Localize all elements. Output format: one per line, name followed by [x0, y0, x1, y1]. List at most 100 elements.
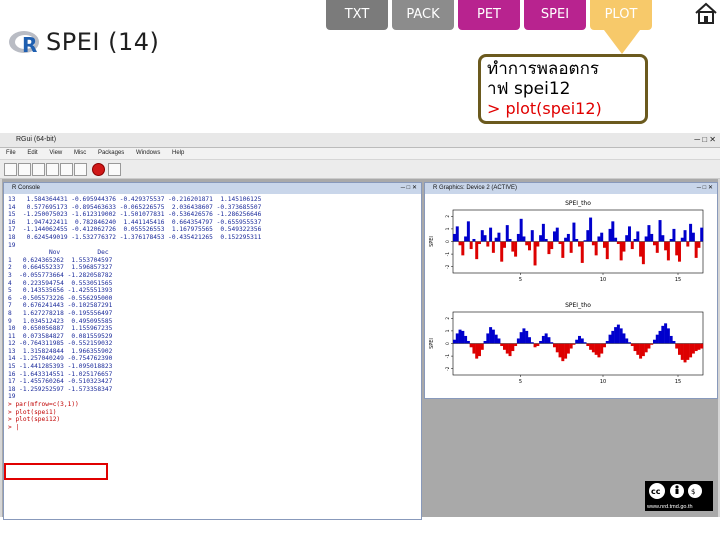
spei-bar — [683, 230, 687, 242]
spei-bar — [689, 223, 693, 242]
open-script-icon[interactable] — [4, 163, 17, 176]
print-icon[interactable] — [108, 163, 121, 176]
window-controls[interactable]: ─ □ ✕ — [694, 133, 716, 147]
load-workspace-icon[interactable] — [18, 163, 31, 176]
console-line: 3 -0.055773664 -1.282058782 — [8, 271, 113, 279]
spei-bar — [633, 343, 637, 352]
spei-bar — [553, 231, 556, 242]
spei-bar — [516, 338, 520, 344]
spei-bar — [636, 231, 640, 242]
spei-bar — [475, 241, 479, 260]
spei-bar — [483, 340, 487, 344]
spei-bar — [478, 343, 481, 357]
spei-bar — [630, 343, 634, 347]
r-logo-icon: R — [9, 31, 39, 57]
console-line: 2 0.664552337 1.596857327 — [8, 264, 113, 272]
copy-icon[interactable] — [46, 163, 59, 176]
spei-bar — [461, 241, 465, 256]
spei-bar — [522, 236, 526, 242]
spei-bar — [664, 241, 668, 251]
y-axis-label: SPEI — [429, 338, 435, 349]
y-tick-label: 1 — [445, 227, 451, 230]
spei-bar — [455, 226, 459, 242]
spei-bar — [658, 220, 662, 242]
save-workspace-icon[interactable] — [32, 163, 45, 176]
spei-bar — [458, 241, 462, 246]
menu-windows[interactable]: Windows — [136, 150, 160, 156]
license-url: www.nrd.tmd.go.th — [647, 504, 693, 510]
spei-bar — [650, 233, 654, 242]
stop-icon[interactable] — [92, 163, 105, 176]
x-tick-label: 5 — [519, 379, 522, 385]
spei-bar — [575, 238, 579, 242]
console-line: 16 1.947422411 0.782846240 1.441145416 0… — [8, 218, 262, 226]
spei-bar — [514, 343, 518, 347]
spei-bar — [614, 327, 618, 344]
graphics-window-controls[interactable]: ─ □ ✕ — [697, 183, 713, 194]
spei-bar — [511, 343, 515, 352]
home-icon[interactable] — [694, 2, 718, 24]
spei-bar — [586, 343, 590, 347]
spei-bar — [489, 227, 493, 242]
spei-bar — [519, 218, 523, 242]
spei-bar — [622, 333, 626, 344]
spei-bar — [686, 241, 690, 247]
spei-bar — [497, 338, 501, 344]
console-window-controls[interactable]: ─ □ ✕ — [401, 183, 417, 194]
menu-misc[interactable]: Misc — [74, 150, 86, 156]
console-command: > plot(spei1) — [8, 408, 57, 416]
tab-pack[interactable]: PACK — [392, 0, 454, 30]
spei-bar — [566, 233, 570, 242]
spei-bar — [555, 227, 559, 242]
menu-help[interactable]: Help — [172, 150, 184, 156]
spei-bar — [505, 343, 509, 354]
spei-bar — [522, 328, 526, 344]
spei-bar — [558, 343, 562, 358]
spei-plots: SPEI_thoSPEI210-1-25 10 15SPEI_thoSPEI210-… — [429, 200, 704, 385]
spei-bar — [644, 236, 648, 242]
r-graphics-window[interactable]: R Graphics: Device 2 (ACTIVE) ─ □ ✕ SPEI… — [424, 182, 718, 399]
console-line: Nov Dec — [48, 249, 109, 257]
svg-text:cc: cc — [651, 487, 661, 496]
plot-title: SPEI_tho — [565, 302, 591, 309]
spei-bar — [525, 241, 529, 246]
spei-bar — [600, 343, 604, 354]
y-tick-label: -1 — [445, 354, 451, 359]
menu-packages[interactable]: Packages — [98, 150, 124, 156]
menu-edit[interactable]: Edit — [27, 150, 37, 156]
spei-bar — [508, 343, 512, 357]
spei-bar — [491, 241, 495, 253]
tab-spei[interactable]: SPEI — [524, 0, 586, 30]
spei-bar — [461, 330, 465, 344]
spei-bar — [480, 343, 484, 350]
spei-bar — [550, 241, 554, 250]
console-line: 19 — [8, 393, 16, 401]
spei-bar — [689, 343, 693, 358]
svg-text:$: $ — [691, 488, 695, 496]
spei-bar — [536, 241, 540, 247]
menu-file[interactable]: File — [6, 150, 16, 156]
spei-bar — [628, 226, 631, 242]
slide-title: SPEI (14) — [46, 28, 160, 56]
spei-bar — [500, 241, 504, 262]
spei-bar — [608, 334, 612, 344]
spei-bar — [528, 241, 531, 251]
tab-pet[interactable]: PET — [458, 0, 520, 30]
menu-view[interactable]: View — [49, 150, 62, 156]
spei-bar — [586, 230, 590, 242]
spei-bar — [536, 343, 540, 347]
x-tick-label: 10 — [600, 277, 606, 283]
spei-bar — [616, 324, 620, 344]
console-line: 11 0.073584827 0.081559529 — [8, 332, 113, 340]
tab-plot[interactable]: PLOT — [590, 0, 652, 30]
spei-bar — [611, 221, 615, 242]
console-line: 17 -1.455760264 -0.510323427 — [8, 378, 113, 386]
spei-bar — [489, 327, 493, 344]
copy-paste-icon[interactable] — [74, 163, 87, 176]
console-line: 5 0.143535656 -1.425551393 — [8, 287, 113, 295]
spei-bar — [569, 343, 573, 349]
console-command: > | — [8, 423, 20, 431]
spei-bar — [561, 343, 565, 362]
tab-txt[interactable]: TXT — [326, 0, 388, 30]
paste-icon[interactable] — [60, 163, 73, 176]
